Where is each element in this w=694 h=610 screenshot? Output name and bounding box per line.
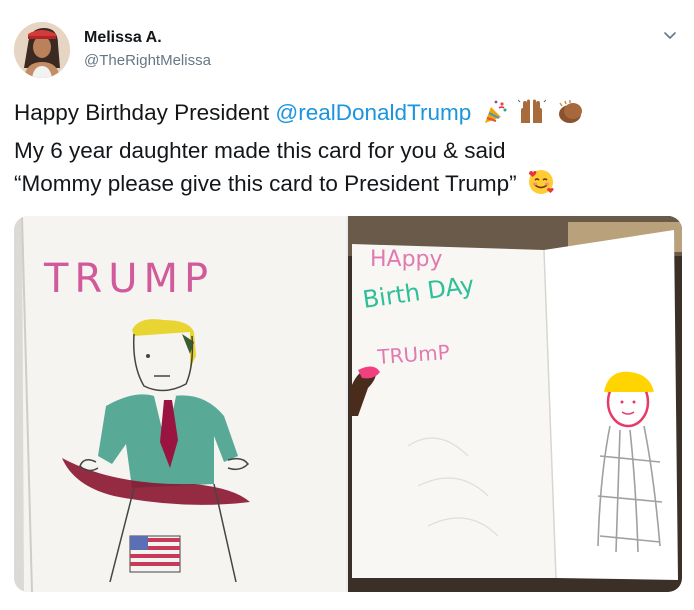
author-handle[interactable]: @TheRightMelissa	[84, 50, 211, 72]
card-line-1: HAppy	[370, 247, 443, 272]
drawing-title: TRUMP	[43, 256, 214, 302]
tweet-line-1: Happy Birthday President @realDonaldTrum…	[14, 96, 684, 134]
tweet-line-2: My 6 year daughter made this card for yo…	[14, 138, 506, 163]
media-grid: TRUMP HAppy Birth DAy TRUmP	[14, 216, 682, 592]
party-popper-icon	[482, 99, 508, 134]
author-block: Melissa A. @TheRightMelissa	[84, 28, 211, 72]
raised-hands-icon	[517, 97, 547, 134]
tweet-text-prefix: Happy Birthday President	[14, 100, 276, 125]
mention-link[interactable]: @realDonaldTrump	[275, 100, 471, 125]
tweet-line-3-text: “Mommy please give this card to Presiden…	[14, 171, 517, 196]
drawing-birthday-card: HAppy Birth DAy TRUmP	[348, 216, 682, 592]
tweet-line-3: “Mommy please give this card to Presiden…	[14, 167, 684, 205]
tweet-text: Happy Birthday President @realDonaldTrum…	[14, 96, 684, 205]
photo-right[interactable]: HAppy Birth DAy TRUmP	[348, 216, 682, 592]
author-name[interactable]: Melissa A.	[84, 28, 211, 48]
avatar[interactable]	[14, 22, 70, 78]
tweet-card: Melissa A. @TheRightMelissa Happy Birthd…	[0, 0, 694, 610]
photo-left[interactable]: TRUMP	[14, 216, 346, 592]
chevron-down-icon[interactable]	[662, 28, 678, 44]
drawing-trump-figure: TRUMP	[14, 216, 346, 592]
smiling-face-with-hearts-icon	[527, 168, 555, 205]
clapping-hands-icon	[556, 99, 584, 134]
card-line-3: TRUmP	[376, 340, 451, 369]
